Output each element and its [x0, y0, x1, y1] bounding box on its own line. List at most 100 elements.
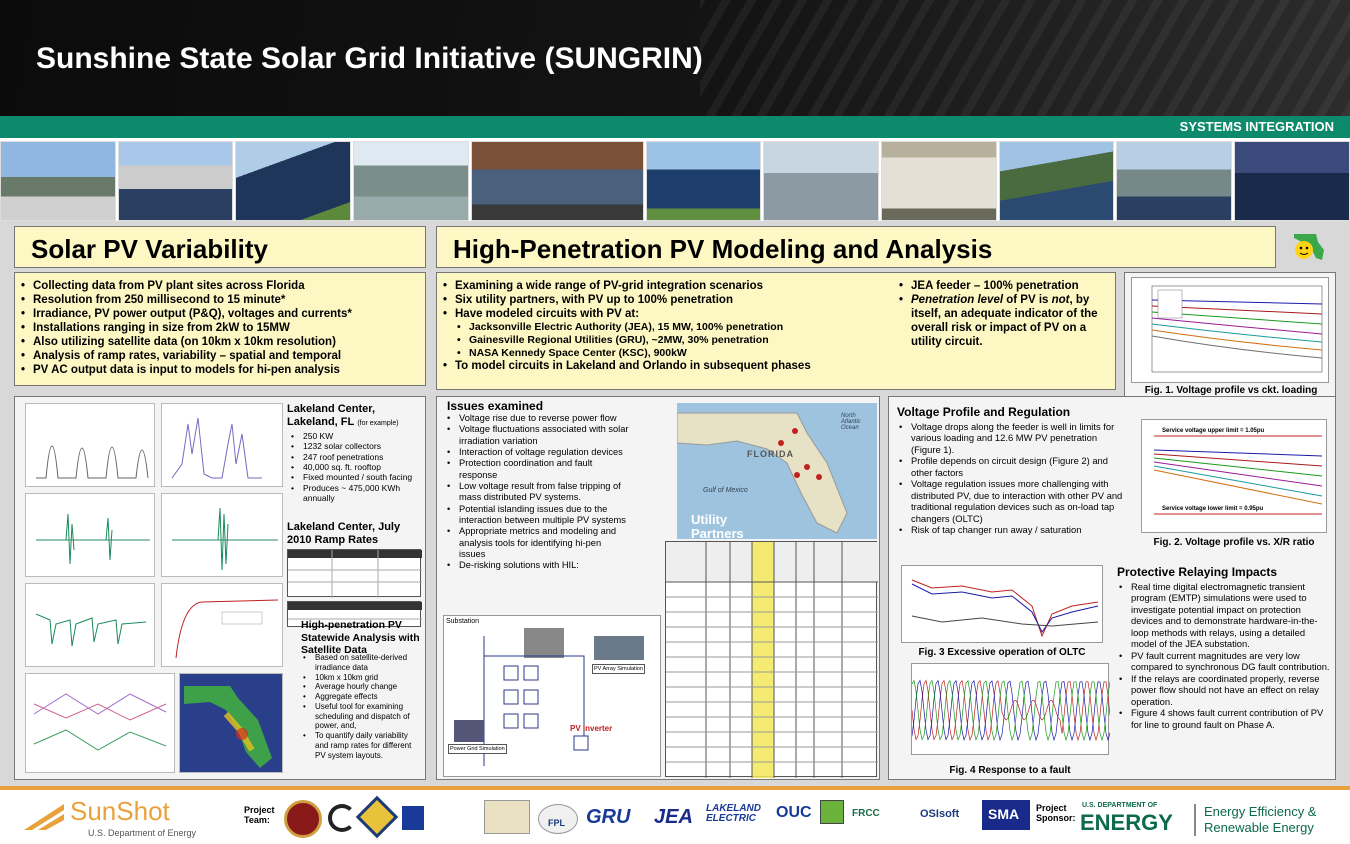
penetration-not: not [1051, 294, 1070, 307]
modeling-bullet: Six utility partners, with PV up to 100%… [443, 293, 893, 307]
utility-partners-label: Utility Partners [691, 512, 744, 539]
satellite-title: High-penetration PV Statewide Analysis w… [301, 619, 420, 657]
utility-circuits-table [665, 541, 878, 778]
modeling-sub-bullet: Jacksonville Electric Authority (JEA), 1… [443, 321, 893, 334]
voltage-bullet: Profile depends on circuit design (Figur… [899, 455, 1123, 478]
fig1-caption: Fig. 1. Voltage profile vs ckt. loading [1144, 385, 1318, 396]
eere-line-2: Renewable Energy [1204, 820, 1314, 835]
sunshot-subtitle: U.S. Department of Energy [88, 828, 197, 838]
hil-diagram: Substation PV Inverter Power Grid Simula… [443, 615, 661, 777]
voltage-bullet: Voltage regulation issues more challengi… [899, 478, 1123, 524]
fig4-caption: Fig. 4 Response to a fault [949, 765, 1071, 776]
eere-line-1: Energy Efficiency & [1204, 804, 1317, 819]
lakeland-bullet: 250 KW [291, 431, 421, 442]
fmpa-logo-icon [484, 800, 530, 834]
penetration-bullet: Penetration level of PV is not, by itsel… [899, 293, 1105, 349]
diagram-power-grid-label: Power Grid Simulation [448, 744, 507, 754]
jea-logo: JEA [654, 806, 693, 828]
ramp-rate-table-1 [287, 549, 422, 598]
fsu-seal-icon [284, 800, 322, 838]
photo-strip [0, 141, 1350, 221]
photo-solar-array [235, 141, 352, 221]
header-pattern [700, 0, 1350, 116]
photo-plant [1116, 141, 1233, 221]
doe-top-label: U.S. DEPARTMENT OF [1082, 802, 1158, 809]
frcc-logo: FRCC [852, 808, 880, 819]
photo-substation [353, 141, 469, 221]
photo-inverter-cabinet [881, 141, 997, 221]
modeling-sub-bullet: NASA Kennedy Space Center (KSC), 900kW [443, 347, 893, 360]
diagram-substation-label: Substation [446, 618, 480, 625]
variability-bullet: Collecting data from PV plant sites acro… [21, 279, 425, 293]
satellite-map [179, 673, 283, 773]
lakeland-bullet: Fixed mounted / south facing [291, 472, 421, 483]
photo-pv-field [645, 141, 762, 221]
lakeland-panel: Lakeland Center, Lakeland, FL (for examp… [14, 396, 426, 780]
relaying-bullet: If the relays are coordinated properly, … [1119, 673, 1333, 707]
relaying-title: Protective Relaying Impacts [1117, 565, 1278, 579]
fig1-panel: Fig. 1. Voltage profile vs ckt. loading [1124, 272, 1336, 400]
map-ocean-label: North Atlantic Ocean [841, 413, 861, 431]
issue-bullet: Appropriate metrics and modeling and ana… [447, 526, 629, 560]
lakeland-title: Lakeland Center, [287, 403, 376, 415]
map-florida-label: FLORIDA [747, 449, 794, 459]
systems-integration-bar [0, 116, 1350, 138]
lakeland-bullet: 40,000 sq. ft. rooftop [291, 462, 421, 473]
footer-logos: SunShot U.S. Department of Energy Projec… [0, 786, 1350, 844]
poster-title: Sunshine State Solar Grid Initiative (SU… [36, 42, 703, 75]
issue-bullet: Potential islanding issues due to the in… [447, 504, 629, 527]
issue-bullet: Low voltage result from false tripping o… [447, 481, 629, 504]
satellite-bullet: Useful tool for examining scheduling and… [303, 702, 423, 731]
satellite-bullet: To quantify daily variability and ramp r… [303, 731, 423, 760]
modeling-sub-bullet: Gainesville Regional Utilities (GRU), ~2… [443, 334, 893, 347]
sunshot-icon [24, 804, 64, 830]
photo-building-panels [117, 141, 234, 221]
voltage-panel: Voltage Profile and Regulation Voltage d… [888, 396, 1336, 780]
voltage-bullet: Risk of tap changer run away / saturatio… [899, 524, 1123, 536]
photo-pole-equipment [763, 141, 880, 221]
satellite-bullet: Based on satellite-derived irradiance da… [303, 653, 423, 673]
fig1-chart [1131, 277, 1329, 383]
satellite-bullet: 10km x 10km grid [303, 673, 423, 683]
fig2-upper-limit: Service voltage upper limit = 1.05pu [1162, 428, 1265, 434]
issues-title: Issues examined [447, 399, 544, 413]
issues-panel: Issues examined Voltage rise due to reve… [436, 396, 880, 780]
project-sponsor-label: Project Sponsor: [1036, 803, 1076, 823]
issue-bullet: Voltage rise due to reverse power flow [447, 413, 629, 425]
ramp-chart-1 [25, 493, 155, 577]
photo-control-room [1234, 141, 1350, 221]
lakeland-location: Lakeland, FL (for example) [287, 416, 423, 428]
variability-bullets-box: Collecting data from PV plant sites acro… [14, 272, 426, 386]
variability-bullet: Installations ranging in size from 2kW t… [21, 321, 425, 335]
doe-energy-logo: ENERGY [1080, 810, 1173, 835]
fpl-logo: FPL [548, 818, 565, 828]
voltage-bullet: Voltage drops along the feeder is well i… [899, 421, 1123, 455]
modeling-title-box: High-Penetration PV Modeling and Analysi… [436, 226, 1276, 268]
fig2-lower-limit: Service voltage lower limit = 0.95pu [1162, 506, 1264, 512]
lakeland-note: (for example) [357, 420, 399, 427]
florida-sun-icon [1288, 228, 1328, 264]
modeling-bullet: To model circuits in Lakeland and Orland… [443, 359, 893, 373]
relaying-bullet: Figure 4 shows fault current contributio… [1119, 707, 1333, 730]
modeling-title: High-Penetration PV Modeling and Analysi… [453, 234, 993, 264]
diagram-pv-inverter-label: PV Inverter [570, 724, 613, 733]
power-chart-1 [25, 403, 155, 487]
university-at-buffalo-icon [402, 806, 476, 830]
photo-rooftop [0, 141, 116, 221]
jea-feeder-bullet: JEA feeder – 100% penetration [899, 279, 1105, 293]
diagram-pv-array-label: PV Array Simulation [592, 664, 645, 674]
issue-bullet: Voltage fluctuations associated with sol… [447, 424, 629, 447]
footer-divider [1194, 804, 1196, 836]
variability-bullet: Irradiance, PV power output (P&Q), volta… [21, 307, 425, 321]
map-gulf-label: Gulf of Mexico [703, 487, 748, 494]
lakeland-subtitle: Lakeland, FL [287, 416, 355, 428]
fig2-chart: Service voltage upper limit = 1.05pu Ser… [1141, 419, 1327, 533]
lakeland-bullet: Produces ~ 475,000 KWh annually [291, 483, 421, 504]
project-team-label: Project Team: [244, 805, 275, 825]
ramp-chart-3 [25, 583, 155, 667]
variability-bullet: Analysis of ramp rates, variability – sp… [21, 349, 425, 363]
modeling-bullets-box: Examining a wide range of PV-grid integr… [436, 272, 1116, 390]
satellite-bullet: Average hourly change [303, 682, 423, 692]
issue-bullet: Interaction of voltage regulation device… [447, 447, 629, 459]
variability-title-box: Solar PV Variability [14, 226, 426, 268]
